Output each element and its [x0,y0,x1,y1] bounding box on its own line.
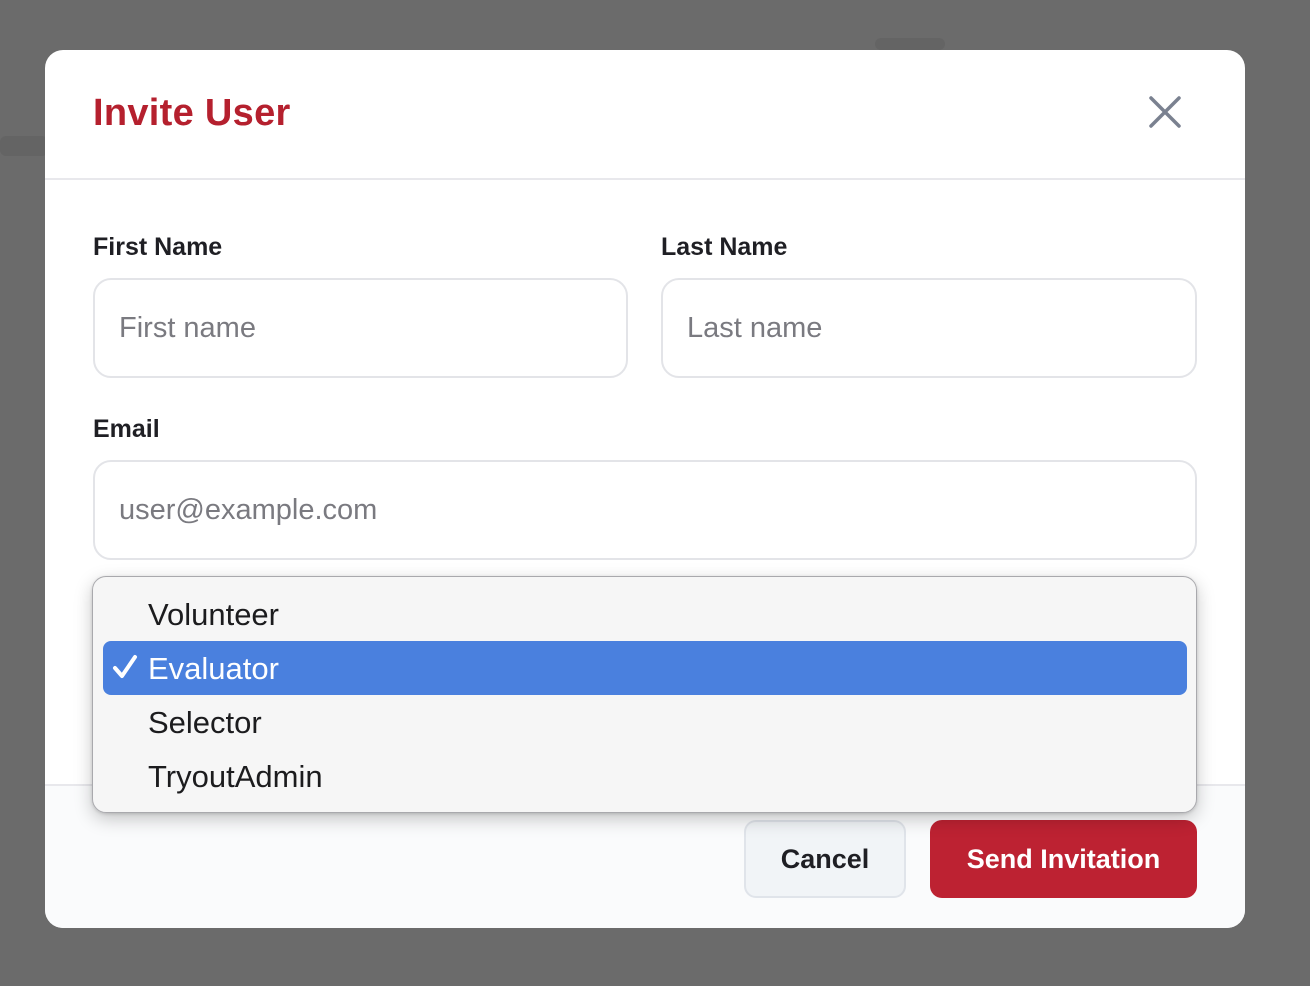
role-option-evaluator[interactable]: Evaluator [103,641,1187,695]
first-name-input[interactable] [93,278,628,378]
email-label: Email [93,415,160,443]
close-button[interactable] [1145,92,1185,132]
role-option-selector[interactable]: Selector [103,695,1187,749]
role-option-label: Volunteer [148,597,279,632]
role-option-volunteer[interactable]: Volunteer [103,587,1187,641]
first-name-label: First Name [93,233,223,261]
role-option-label: Selector [148,705,262,740]
role-option-label: Evaluator [148,651,279,686]
last-name-input[interactable] [661,278,1197,378]
cancel-button[interactable]: Cancel [744,820,906,898]
send-invitation-button[interactable]: Send Invitation [930,820,1197,898]
email-input[interactable] [93,460,1197,560]
checkmark-icon [113,655,137,678]
modal-title: Invite User [93,92,291,134]
backdrop-ghost [875,38,945,50]
backdrop-ghost [0,136,48,156]
close-icon [1149,96,1181,128]
role-dropdown[interactable]: Volunteer Evaluator Selector TryoutAdmin [92,576,1197,813]
role-option-tryoutadmin[interactable]: TryoutAdmin [103,749,1187,803]
last-name-label: Last Name [661,233,788,261]
role-option-label: TryoutAdmin [148,759,323,794]
modal-header: Invite User [45,50,1245,180]
